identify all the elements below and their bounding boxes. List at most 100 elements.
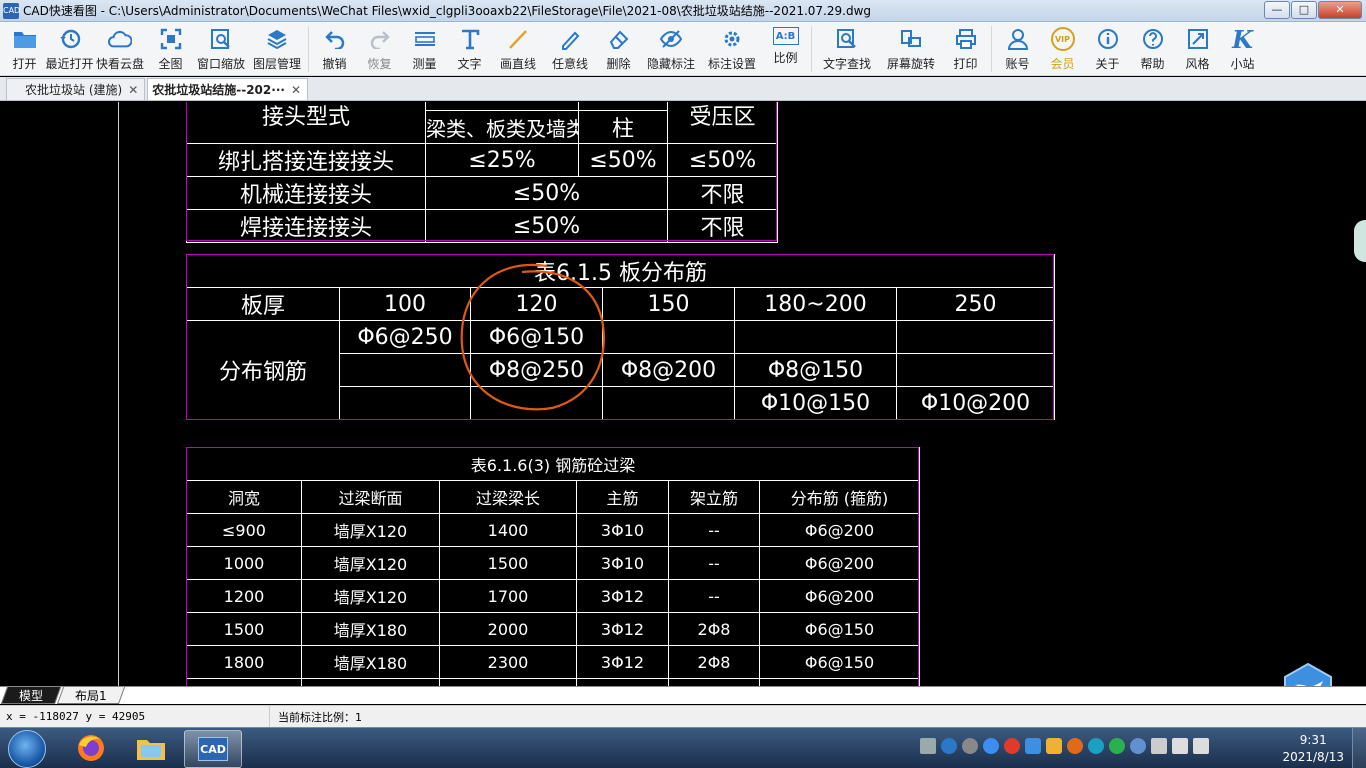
- delete-button[interactable]: 删除: [596, 22, 641, 76]
- redo-icon: [368, 27, 392, 51]
- browser-tray-icon[interactable]: [983, 738, 999, 754]
- close-tab-icon[interactable]: ✕: [128, 83, 138, 97]
- layer-manager-button[interactable]: 图层管理: [249, 22, 305, 76]
- shield-icon[interactable]: [1067, 738, 1083, 754]
- window-controls: — □ ✕: [1264, 1, 1362, 19]
- table-cell: 3Φ12: [576, 612, 669, 646]
- table-cell: 墙厚X180: [301, 645, 440, 679]
- table-cell: 不限: [667, 209, 778, 243]
- full-view-button[interactable]: 全图: [148, 22, 193, 76]
- account-button[interactable]: 账号: [995, 22, 1040, 76]
- table-cell: Φ10@200: [895, 386, 1056, 420]
- print-button[interactable]: 打印: [943, 22, 988, 76]
- start-button[interactable]: [8, 730, 46, 768]
- tab-model[interactable]: 模型: [0, 687, 62, 704]
- drawing-border-line: [118, 102, 119, 686]
- text-search-button[interactable]: 文字查找: [815, 22, 879, 76]
- table-cell: 3Φ10: [576, 513, 669, 547]
- taskbar-explorer[interactable]: [122, 730, 180, 768]
- side-panel-handle[interactable]: [1354, 220, 1366, 262]
- network-icon[interactable]: [1193, 738, 1209, 754]
- maximize-button[interactable]: □: [1291, 1, 1317, 19]
- table-row: [186, 678, 920, 686]
- vip-button[interactable]: VIP 会员: [1040, 22, 1085, 76]
- table-cell: 2000: [439, 612, 577, 646]
- text-search-icon: [835, 27, 859, 51]
- undo-button[interactable]: 撤销: [312, 22, 357, 76]
- table-row: 1800 墙厚X180 2300 3Φ12 2Φ8 Φ6@150: [186, 645, 920, 679]
- window-zoom-button[interactable]: 窗口缩放: [193, 22, 249, 76]
- window-title: CAD快速看图 - C:\Users\Administrator\Documen…: [23, 4, 871, 18]
- table-cell: 墙厚X180: [301, 612, 440, 646]
- app-window: CAD CAD快速看图 - C:\Users\Administrator\Doc…: [0, 0, 1366, 768]
- device-tray-icon[interactable]: [1151, 738, 1167, 754]
- cloud-disk-button[interactable]: 快看云盘: [92, 22, 148, 76]
- cloud-icon: [108, 27, 132, 51]
- markup-circle: [460, 263, 605, 411]
- vip-icon: VIP: [1050, 27, 1075, 51]
- scale-button[interactable]: A:B 比例: [763, 22, 808, 76]
- freehand-line-button[interactable]: 任意线: [544, 22, 596, 76]
- table-cell: 100: [339, 287, 471, 321]
- document-tab-bar: 农批垃圾站 (建施) ✕ 农批垃圾站结施--202··· ✕: [0, 77, 1366, 101]
- toolbar-separator: [308, 26, 309, 72]
- floating-assistant-button[interactable]: [1283, 662, 1333, 686]
- chevron-down-icon[interactable]: [962, 738, 978, 754]
- line-icon: [506, 27, 530, 51]
- open-button[interactable]: 打开: [2, 22, 47, 76]
- sync-tray-icon[interactable]: [1088, 738, 1104, 754]
- table-title: 表6.1.6(3) 钢筋砼过梁: [186, 447, 920, 481]
- taskbar-firefox[interactable]: [62, 730, 120, 768]
- bluetooth-icon[interactable]: [1130, 738, 1146, 754]
- close-tab-icon[interactable]: ✕: [291, 83, 301, 97]
- splice-ratio-table: 接头型式 受压区 梁类、板类及墙类 柱 绑扎搭接连接接头 ≤25% ≤50% ≤…: [186, 102, 778, 243]
- firefox-icon: [76, 733, 106, 766]
- about-button[interactable]: 关于: [1085, 22, 1130, 76]
- folder-tray-icon[interactable]: [1046, 738, 1062, 754]
- volume-icon[interactable]: [1172, 738, 1188, 754]
- toolbar-separator: [991, 26, 992, 72]
- lintel-table: 表6.1.6(3) 钢筋砼过梁 洞宽 过梁断面 过梁梁长 主筋 架立筋 分布筋 …: [186, 447, 920, 686]
- help-tray-icon[interactable]: [941, 738, 957, 754]
- table-row: ≤900 墙厚X120 1400 3Φ10 -- Φ6@200: [186, 513, 920, 547]
- rotate-screen-button[interactable]: 屏幕旋转: [879, 22, 943, 76]
- table-cell: [186, 678, 302, 686]
- table-cell: 250: [895, 287, 1056, 321]
- wechat-icon[interactable]: [1109, 738, 1125, 754]
- table-cell: 分布筋 (箍筋): [759, 480, 920, 514]
- drawing-canvas[interactable]: 接头型式 受压区 梁类、板类及墙类 柱 绑扎搭接连接接头 ≤25% ≤50% ≤…: [0, 102, 1366, 686]
- draw-line-button[interactable]: 画直线: [492, 22, 544, 76]
- mini-site-button[interactable]: K 小站: [1220, 22, 1265, 76]
- tab-structural[interactable]: 农批垃圾站结施--202··· ✕: [147, 78, 308, 100]
- show-desktop-button[interactable]: [1352, 728, 1366, 768]
- table-cell: 柱: [578, 110, 668, 144]
- layout-tab-bar: 模型 布局1: [0, 686, 1366, 704]
- system-clock[interactable]: 9:31 2021/8/13: [1282, 732, 1344, 766]
- hide-annotation-button[interactable]: 隐藏标注: [641, 22, 701, 76]
- table-cell: [339, 353, 471, 387]
- table-title: 表6.1.5 板分布筋: [185, 254, 1056, 288]
- text-button[interactable]: 文字: [447, 22, 492, 76]
- table-cell: 过梁断面: [301, 480, 440, 514]
- table-cell: --: [668, 546, 760, 580]
- bird-tray-icon[interactable]: [1025, 738, 1041, 754]
- tab-label: 农批垃圾站 (建施): [25, 83, 123, 97]
- style-button[interactable]: 风格: [1175, 22, 1220, 76]
- close-window-button[interactable]: ✕: [1318, 1, 1362, 19]
- help-button[interactable]: 帮助: [1130, 22, 1175, 76]
- main-toolbar: 打开 最近打开 快看云盘 全图 窗口缩放 图层管理 撤销 恢复 测量 文字 画直…: [0, 22, 1366, 76]
- tab-architectural[interactable]: 农批垃圾站 (建施) ✕: [6, 78, 146, 100]
- table-cell: 主筋: [576, 480, 669, 514]
- minimize-button[interactable]: —: [1264, 1, 1290, 19]
- tab-layout1[interactable]: 布局1: [56, 687, 125, 704]
- redo-button[interactable]: 恢复: [357, 22, 402, 76]
- table-cell: --: [668, 579, 760, 613]
- keyboard-icon[interactable]: [920, 738, 936, 754]
- antivirus-tray-icon[interactable]: [1004, 738, 1020, 754]
- taskbar-cad[interactable]: CAD: [184, 730, 242, 768]
- measure-button[interactable]: 测量: [402, 22, 447, 76]
- annotation-settings-button[interactable]: 标注设置: [701, 22, 763, 76]
- recent-button[interactable]: 最近打开: [46, 22, 94, 76]
- table-cell: ≤50%: [425, 176, 668, 210]
- table-row: 分布钢筋 Φ6@250 Φ6@150: [186, 320, 1056, 420]
